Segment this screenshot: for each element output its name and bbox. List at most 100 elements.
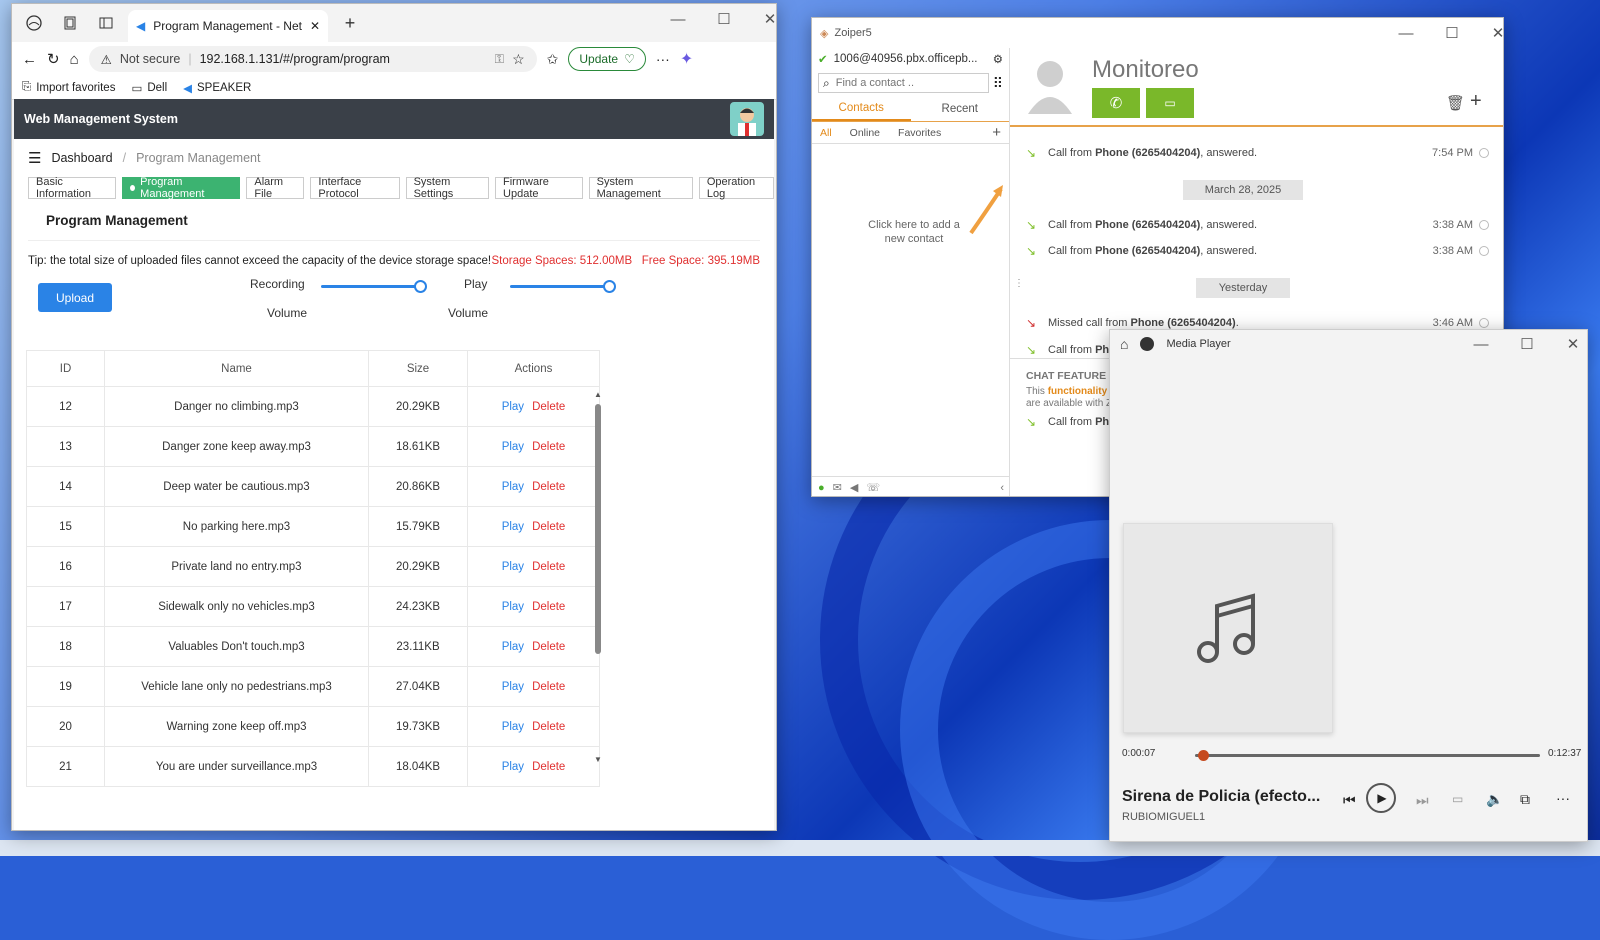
- play-link[interactable]: Play: [502, 401, 524, 413]
- call-history-item[interactable]: ↘ Call from Phone (6265404204), answered…: [1026, 144, 1489, 162]
- contact-search-input[interactable]: [835, 77, 966, 89]
- splitter-handle[interactable]: ⋮: [1014, 278, 1024, 289]
- delete-link[interactable]: Delete: [532, 521, 565, 533]
- key-icon[interactable]: ⚿: [495, 52, 505, 67]
- dialpad-icon[interactable]: ⠿: [993, 75, 1003, 92]
- tab-system-settings[interactable]: System Settings: [405, 176, 490, 200]
- delete-link[interactable]: Delete: [532, 681, 565, 693]
- tab-operation-log[interactable]: Operation Log: [698, 176, 774, 200]
- trash-icon[interactable]: 🗑: [1446, 94, 1465, 112]
- filter-all[interactable]: All: [820, 127, 832, 139]
- collapse-icon[interactable]: ‹: [1000, 482, 1004, 494]
- video-call-button[interactable]: ▭: [1146, 88, 1194, 118]
- seek-thumb[interactable]: [1198, 750, 1210, 761]
- copilot-icon[interactable]: ✦: [680, 49, 693, 69]
- add-contact-hint[interactable]: Click here to add a new contact: [864, 218, 964, 246]
- tab-alarm-file[interactable]: Alarm File: [246, 176, 305, 200]
- tab-basic-information[interactable]: Basic Information: [28, 176, 117, 200]
- play-link[interactable]: Play: [502, 641, 524, 653]
- maximize-icon[interactable]: ☐: [1441, 24, 1463, 42]
- table-scrollbar[interactable]: ▲ ▼: [592, 390, 604, 764]
- call-button[interactable]: ✆: [1092, 88, 1140, 118]
- filter-online[interactable]: Online: [850, 127, 880, 139]
- tab-actions-icon[interactable]: [92, 9, 120, 37]
- tab-contacts[interactable]: Contacts: [812, 96, 911, 121]
- scrollbar-thumb[interactable]: [595, 404, 601, 654]
- delete-link[interactable]: Delete: [532, 761, 565, 773]
- not-secure-label[interactable]: Not secure: [120, 52, 180, 66]
- delete-link[interactable]: Delete: [532, 641, 565, 653]
- speaker-link[interactable]: ◀ SPEAKER: [183, 81, 251, 95]
- more-options-icon[interactable]: ···: [1556, 790, 1570, 806]
- message-icon[interactable]: ✉: [833, 481, 842, 494]
- tab-firmware-update[interactable]: Firmware Update: [495, 176, 583, 200]
- previous-icon[interactable]: ⏮: [1343, 792, 1356, 809]
- browser-tab[interactable]: ◀ Program Management - Network ✕: [128, 10, 328, 42]
- tab-system-management[interactable]: System Management: [588, 176, 693, 200]
- close-tab-icon[interactable]: ✕: [310, 19, 320, 33]
- tab-recent[interactable]: Recent: [911, 96, 1010, 121]
- play-link[interactable]: Play: [502, 721, 524, 733]
- star-icon[interactable]: ☆: [512, 51, 525, 68]
- next-icon[interactable]: ⏭: [1416, 792, 1429, 809]
- delete-link[interactable]: Delete: [532, 441, 565, 453]
- update-button[interactable]: Update ♡: [568, 47, 646, 71]
- scroll-down-icon[interactable]: ▼: [594, 755, 602, 764]
- minimize-icon[interactable]: —: [667, 11, 689, 28]
- url-bar[interactable]: ⚠ Not secure | 192.168.1.131/#/program/p…: [88, 46, 537, 72]
- dell-link[interactable]: ▭ Dell: [131, 81, 167, 95]
- slider-knob[interactable]: [603, 280, 616, 293]
- add-icon[interactable]: +: [1470, 90, 1482, 113]
- url-text[interactable]: 192.168.1.131/#/program/program: [200, 52, 487, 66]
- avatar[interactable]: [730, 102, 764, 136]
- play-link[interactable]: Play: [502, 441, 524, 453]
- volume-icon[interactable]: 🔈: [1486, 791, 1503, 808]
- play-link[interactable]: Play: [502, 761, 524, 773]
- gear-icon[interactable]: ⚙: [993, 52, 1003, 66]
- maximize-icon[interactable]: ☐: [1516, 335, 1538, 353]
- minimize-icon[interactable]: —: [1470, 336, 1492, 353]
- back-icon[interactable]: ←: [22, 51, 37, 68]
- minimize-icon[interactable]: —: [1395, 25, 1417, 42]
- tab-interface-protocol[interactable]: Interface Protocol: [310, 176, 400, 200]
- play-volume-slider[interactable]: [510, 280, 616, 293]
- play-button[interactable]: ▶: [1366, 783, 1396, 813]
- close-icon[interactable]: ✕: [1562, 335, 1584, 353]
- miniplayer-icon[interactable]: ⧉: [1520, 791, 1530, 808]
- play-link[interactable]: Play: [502, 561, 524, 573]
- workspaces-icon[interactable]: [56, 9, 84, 37]
- subtitles-icon[interactable]: ▭: [1452, 792, 1463, 806]
- delete-link[interactable]: Delete: [532, 401, 565, 413]
- breadcrumb-dashboard[interactable]: Dashboard: [51, 151, 112, 165]
- maximize-icon[interactable]: ☐: [713, 10, 735, 28]
- add-contact-icon[interactable]: +: [992, 124, 1001, 141]
- upload-button[interactable]: Upload: [38, 283, 112, 312]
- close-icon[interactable]: ✕: [759, 10, 776, 28]
- tab-program-management[interactable]: Program Management: [122, 176, 241, 200]
- speaker-icon[interactable]: ◀: [850, 481, 858, 494]
- account-row[interactable]: ✔ 1006@40956.pbx.officepb... ⚙: [812, 48, 1009, 70]
- delete-link[interactable]: Delete: [532, 601, 565, 613]
- slider-knob[interactable]: [414, 280, 427, 293]
- home-icon[interactable]: ⌂: [70, 51, 79, 68]
- recording-volume-slider[interactable]: [321, 280, 427, 293]
- more-icon[interactable]: ···: [656, 51, 670, 67]
- import-favorites-link[interactable]: ⎘ Import favorites: [22, 81, 115, 94]
- seek-bar[interactable]: [1195, 750, 1540, 761]
- filter-favorites[interactable]: Favorites: [898, 127, 941, 139]
- refresh-icon[interactable]: ↻: [47, 50, 60, 68]
- home-icon[interactable]: ⌂: [1120, 336, 1128, 352]
- play-link[interactable]: Play: [502, 521, 524, 533]
- menu-toggle-icon[interactable]: ☰: [28, 149, 41, 167]
- delete-link[interactable]: Delete: [532, 481, 565, 493]
- close-icon[interactable]: ✕: [1487, 24, 1503, 42]
- play-link[interactable]: Play: [502, 481, 524, 493]
- play-link[interactable]: Play: [502, 601, 524, 613]
- call-history-item[interactable]: ↘ Call from Phone (6265404204), answered…: [1026, 216, 1489, 234]
- contact-search[interactable]: ⌕: [818, 73, 989, 93]
- call-forward-icon[interactable]: ☏: [866, 481, 880, 494]
- delete-link[interactable]: Delete: [532, 721, 565, 733]
- scroll-up-icon[interactable]: ▲: [594, 390, 602, 399]
- new-tab-icon[interactable]: +: [336, 9, 364, 37]
- favorites-icon[interactable]: ✩: [547, 51, 559, 68]
